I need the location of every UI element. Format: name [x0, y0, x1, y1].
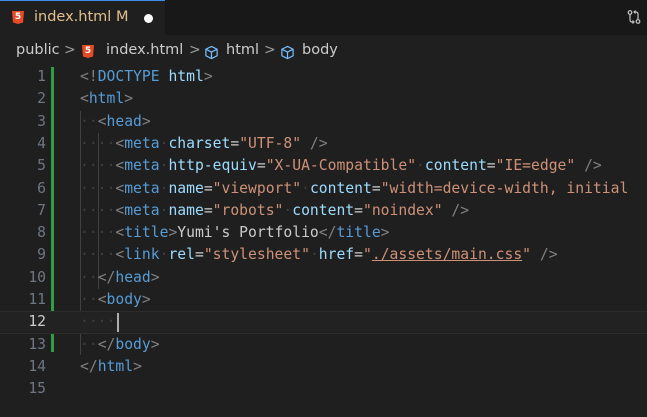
code-line: 14 </html>	[0, 356, 647, 378]
line-number: 4	[37, 134, 46, 152]
line-number: 8	[37, 224, 46, 242]
code-line: 2 <html>	[0, 88, 647, 110]
tab-index-html[interactable]: 5 index.html M	[0, 0, 165, 35]
line-content: <!DOCTYPE html>	[80, 68, 213, 85]
line-number: 13	[28, 335, 46, 353]
code-line: 5 ····<meta·http-equiv="X-UA-Compatible"…	[0, 155, 647, 177]
text-cursor	[117, 313, 119, 333]
line-content: ····<meta·name="robots"·content="noindex…	[80, 201, 470, 219]
code-line: 4 ····<meta·charset="UTF-8" />	[0, 133, 647, 155]
code-line: 15	[0, 378, 647, 400]
breadcrumb-folder[interactable]: public	[16, 42, 60, 58]
line-number: 5	[37, 157, 46, 175]
line-number: 15	[28, 380, 46, 398]
chevron-right-icon: >	[64, 42, 76, 58]
code-line: 8 ····<title>Yumi's Portfolio</title>	[0, 222, 647, 244]
line-number: 1	[37, 68, 46, 85]
git-modified-badge: M	[116, 9, 129, 25]
chevron-right-icon: >	[189, 42, 201, 58]
line-number: 6	[37, 179, 46, 197]
line-content: ··</body>	[80, 335, 160, 353]
unsaved-dot-icon[interactable]	[144, 14, 153, 23]
breadcrumb-body[interactable]: body	[302, 42, 338, 58]
code-line: 13 ··</body>	[0, 334, 647, 356]
code-editor[interactable]: 1 <!DOCTYPE html> 2 <html> 3 ··<head> 4 …	[0, 66, 647, 417]
code-line: 11 ··<body>	[0, 289, 647, 311]
line-content: ····<meta·charset="UTF-8" />	[80, 134, 328, 152]
code-line: 9 ····<link·rel="stylesheet"·href="./ass…	[0, 244, 647, 266]
line-content: ····<title>Yumi's Portfolio</title>	[80, 224, 390, 242]
line-content: ··<body>	[80, 291, 151, 308]
line-content: ····<link·rel="stylesheet"·href="./asset…	[80, 246, 558, 264]
line-number: 2	[37, 90, 46, 108]
breadcrumb-file[interactable]: index.html	[106, 42, 183, 58]
line-content: ····<meta·name="viewport"·content="width…	[80, 179, 629, 197]
symbol-element-icon	[205, 45, 218, 60]
code-line: 1 <!DOCTYPE html>	[0, 66, 647, 88]
line-number: 10	[28, 268, 46, 286]
href-link[interactable]: ./assets/main.css	[372, 246, 522, 263]
html5-file-icon: 5	[12, 11, 24, 24]
line-content: </html>	[80, 357, 142, 375]
line-number: 9	[37, 246, 46, 264]
code-line: 7 ····<meta·name="robots"·content="noind…	[0, 200, 647, 222]
code-line: 6 ····<meta·name="viewport"·content="wid…	[0, 178, 647, 200]
line-number: 7	[37, 201, 46, 219]
tab-filename: index.html	[34, 9, 112, 25]
line-content: ····<meta·http-equiv="X-UA-Compatible"·c…	[80, 157, 602, 175]
line-content: ····	[80, 313, 116, 331]
breadcrumb-html[interactable]: html	[226, 42, 259, 58]
tab-bar: 5 index.html M	[0, 0, 647, 35]
html5-file-icon: 5	[82, 45, 94, 58]
code-line: 10 ··</head>	[0, 267, 647, 289]
line-number: 12	[28, 313, 46, 331]
chevron-right-icon: >	[264, 42, 276, 58]
code-line: 3 ··<head>	[0, 111, 647, 133]
line-number: 3	[37, 112, 46, 130]
line-content: ··</head>	[80, 268, 160, 286]
breadcrumb: public > 5 index.html > html > body	[0, 40, 647, 64]
line-content: <html>	[80, 90, 134, 108]
code-line-current[interactable]: 12 ····	[0, 311, 647, 334]
symbol-element-icon	[281, 45, 294, 60]
line-number: 14	[28, 357, 46, 375]
open-changes-icon[interactable]	[626, 9, 642, 25]
line-number: 11	[28, 291, 46, 308]
line-content: ··<head>	[80, 112, 151, 130]
